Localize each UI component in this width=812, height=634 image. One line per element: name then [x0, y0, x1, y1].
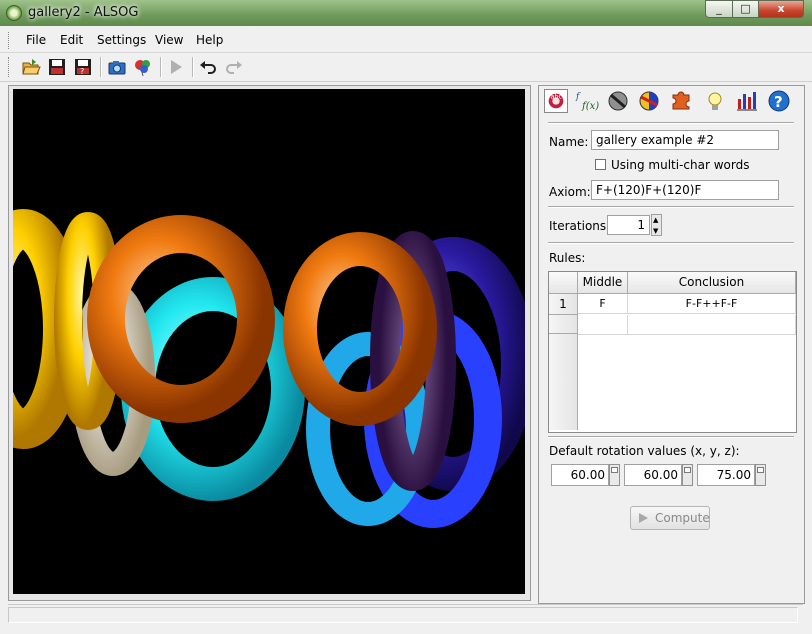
rotation-z-slider[interactable] [755, 464, 766, 486]
close-button[interactable]: x [758, 0, 804, 18]
material-icon[interactable] [606, 89, 630, 113]
rotation-label: Default rotation values (x, y, z): [549, 444, 740, 458]
rotation-x-field[interactable]: 60.00 [551, 464, 609, 486]
spin-up-icon[interactable]: ▲ [653, 216, 658, 224]
rules-label: Rules: [549, 251, 586, 265]
light-bulb-icon[interactable] [703, 89, 727, 113]
torus-scene [13, 209, 525, 528]
redo-icon[interactable] [224, 57, 244, 77]
column-header-conclusion[interactable]: Conclusion [628, 272, 796, 294]
rotation-x-slider[interactable] [609, 464, 620, 486]
row-header[interactable]: 1 [549, 294, 578, 315]
puzzle-icon[interactable] [669, 89, 693, 113]
name-label: Name: [549, 135, 589, 149]
row-header-gutter [549, 334, 578, 430]
menu-edit[interactable]: Edit [60, 33, 83, 47]
minimize-button[interactable]: _ [705, 0, 733, 18]
compute-label: Compute [655, 511, 710, 525]
menu-settings[interactable]: Settings [97, 33, 146, 47]
spin-down-icon[interactable]: ▼ [653, 227, 658, 235]
multichar-checkbox[interactable] [595, 159, 606, 170]
app-window: gallery2 - ALSOG _ □ x File Edit Setting… [0, 0, 812, 634]
menu-view[interactable]: View [155, 33, 183, 47]
menu-help[interactable]: Help [196, 33, 223, 47]
status-pane [8, 607, 798, 623]
slider-thumb-icon[interactable] [684, 467, 691, 473]
rotation-y-field[interactable]: 60.00 [624, 464, 682, 486]
rules-table[interactable]: Middle Conclusion 1 F F-F++F-F [548, 271, 797, 433]
lsystem-icon[interactable]: abc [544, 89, 568, 113]
divider [548, 242, 794, 244]
divider [548, 436, 794, 438]
toolbar-separator [100, 57, 102, 77]
toolbar-separator [160, 57, 162, 77]
rotation-y: 60.00 [624, 464, 694, 488]
help-icon[interactable]: ? [767, 89, 791, 113]
multichar-label: Using multi-char words [611, 158, 750, 172]
menu-bar: File Edit Settings View Help [0, 29, 812, 53]
export-balloons-icon[interactable] [133, 57, 153, 77]
slider-thumb-icon[interactable] [757, 467, 764, 473]
function-icon[interactable]: ff(x) [575, 89, 599, 113]
iterations-field[interactable]: 1 [607, 215, 650, 235]
save-as-icon[interactable]: ? [73, 57, 93, 77]
iterations-label: Iterations: [549, 219, 611, 233]
window-title: gallery2 - ALSOG [28, 5, 139, 20]
color-icon[interactable] [637, 89, 661, 113]
play-icon [639, 513, 648, 523]
play-icon[interactable] [166, 57, 186, 77]
rotation-z-field[interactable]: 75.00 [697, 464, 755, 486]
save-icon[interactable] [47, 57, 67, 77]
menu-file[interactable]: File [26, 33, 46, 47]
maximize-button[interactable]: □ [732, 0, 759, 18]
svg-text:abc: abc [551, 92, 563, 100]
rule-conclusion-cell-empty[interactable] [628, 315, 796, 335]
status-bar [8, 604, 803, 625]
title-bar[interactable]: gallery2 - ALSOG _ □ x [0, 0, 812, 26]
toolbar: ? [0, 53, 812, 82]
name-field[interactable]: gallery example #2 [591, 130, 779, 150]
column-header-middle[interactable]: Middle [578, 272, 628, 294]
axiom-label: Axiom: [549, 185, 591, 199]
divider [548, 122, 794, 124]
iterations-spinner[interactable]: ▲ ▼ [651, 214, 662, 236]
rule-middle-cell-empty[interactable] [578, 315, 628, 335]
svg-text:?: ? [80, 67, 84, 76]
rotation-x: 60.00 [551, 464, 621, 488]
axiom-field[interactable]: F+(120)F+(120)F [591, 180, 779, 200]
toolbar-grip[interactable] [8, 57, 12, 77]
compute-button[interactable]: Compute [630, 506, 710, 530]
3d-viewport[interactable] [13, 89, 525, 594]
toolbar-separator [192, 57, 194, 77]
slider-thumb-icon[interactable] [611, 467, 618, 473]
svg-text:f: f [575, 92, 581, 102]
rotation-y-slider[interactable] [682, 464, 693, 486]
row-header-new[interactable] [549, 315, 578, 334]
rotation-z: 75.00 [697, 464, 767, 488]
app-icon[interactable] [6, 5, 22, 21]
statistics-icon[interactable] [735, 89, 759, 113]
svg-text:f(x): f(x) [581, 101, 599, 112]
table-corner [549, 272, 578, 294]
rule-middle-cell[interactable]: F [578, 294, 628, 314]
divider [548, 206, 794, 208]
menubar-grip[interactable] [8, 32, 12, 49]
undo-icon[interactable] [198, 57, 218, 77]
rule-conclusion-cell[interactable]: F-F++F-F [628, 294, 796, 314]
camera-icon[interactable] [107, 57, 127, 77]
open-folder-icon[interactable] [21, 57, 41, 77]
svg-text:?: ? [774, 93, 783, 111]
